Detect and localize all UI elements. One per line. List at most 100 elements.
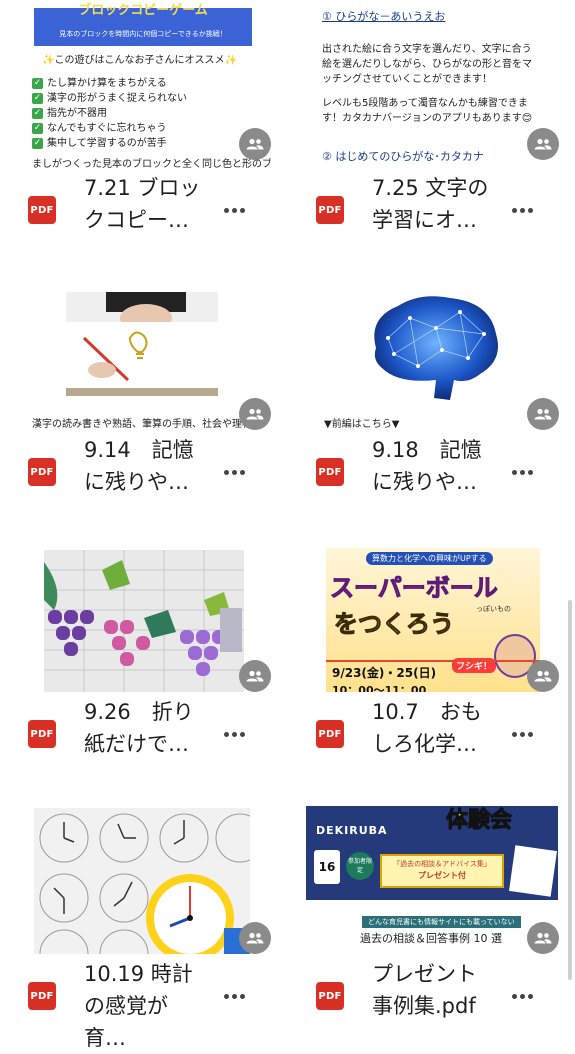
scrollbar[interactable] [568, 600, 572, 980]
pdf-icon: PDF [28, 982, 56, 1010]
file-thumbnail[interactable]: 漢字の読み書きや熟語、筆算の手順、社会や理科 [16, 270, 271, 430]
file-title[interactable]: 10.19 時計の感覚が育… [84, 958, 209, 1054]
thumb-brain-image [358, 288, 508, 406]
thumb-intro: ✨この遊びはこんなお子さんにオススメ✨ [42, 55, 237, 66]
banner-gift2: プレゼント付 [418, 871, 466, 880]
pdf-icon: PDF [316, 458, 344, 486]
file-thumbnail[interactable] [16, 794, 271, 954]
thumb-sub: 見本のブロックを時間内に何個コピーできるか挑戦！ [59, 30, 227, 38]
checklist-item: ✓ たし算かけ算をまちがえる [32, 76, 187, 91]
file-card[interactable]: PDF 9.26 折り紙だけで… [0, 524, 287, 786]
more-vert-icon[interactable] [220, 982, 248, 1010]
file-card[interactable]: 漢字の読み書きや熟語、筆算の手順、社会や理科 PDF 9.14 記憶に残りや… [0, 262, 287, 524]
shared-icon [527, 660, 559, 692]
shared-icon [527, 922, 559, 954]
shared-icon [239, 660, 271, 692]
poster-time: 10：00～11：00 [332, 684, 427, 692]
checklist-item: ✓ 漢字の形がうまく捉えられない [32, 91, 187, 106]
file-title[interactable]: 9.26 折り紙だけで… [84, 696, 209, 760]
more-vert-icon[interactable] [508, 458, 536, 486]
poster-side: っぽいもの [476, 605, 511, 613]
shared-icon [239, 922, 271, 954]
more-vert-icon[interactable] [220, 720, 248, 748]
file-card[interactable]: 算数力と化学への興味がUPする スーパーボール をつくろう っぽいもの フシギ！… [288, 524, 575, 786]
check-icon: ✓ [32, 137, 43, 149]
pdf-icon: PDF [28, 458, 56, 486]
checklist-text: なんでもすぐに忘れちゃう [47, 123, 167, 134]
file-title[interactable]: プレゼント事例集.pdf [372, 958, 497, 1022]
more-vert-icon[interactable] [220, 196, 248, 224]
banner-gift1: 「過去の相談＆アドバイス集」 [393, 860, 491, 868]
banner-title: 体験会 [445, 808, 513, 834]
file-title[interactable]: 7.21 ブロックコピー… [84, 172, 209, 236]
file-card[interactable]: ① ひらがな－あいうえお 出された絵に合う文字を選んだり、文字に合う絵を選んだり… [288, 0, 575, 262]
file-thumbnail[interactable]: ① ひらがな－あいうえお 出された絵に合う文字を選んだり、文字に合う絵を選んだり… [304, 0, 559, 168]
check-icon: ✓ [32, 92, 43, 104]
file-thumbnail[interactable]: ブロックコピーゲーム 見本のブロックを時間内に何個コピーできるか挑戦！ ✨この遊… [16, 0, 271, 168]
thumb-caption: 過去の相談＆回答事例 10 選 [360, 932, 502, 945]
file-grid: ブロックコピーゲーム 見本のブロックを時間内に何個コピーできるか挑戦！ ✨この遊… [0, 0, 575, 1050]
check-icon: ✓ [32, 77, 43, 89]
banner-gift-box: 「過去の相談＆アドバイス集」 プレゼント付 [380, 854, 504, 888]
thumb-item1: ① ひらがな－あいうえお [322, 10, 446, 23]
thumb-strip: どんな育児書にも情報サイトにも載っていない [362, 916, 521, 928]
file-title[interactable]: 9.18 記憶に残りや… [372, 434, 497, 498]
checklist-text: 漢字の形がうまく捉えられない [47, 93, 187, 104]
poster-date: 9/23(金)・25(日) [332, 666, 437, 680]
file-title[interactable]: 7.25 文字の学習にオ… [372, 172, 497, 236]
banner-brand: DEKIRUBA [316, 824, 388, 837]
pdf-icon: PDF [316, 196, 344, 224]
thumb-clock-image [34, 808, 250, 954]
banner-worksheet [509, 845, 557, 897]
thumb-footer: ましがつくった見本のブロックと全く同じ色と形のブ [32, 159, 271, 168]
banner-num-card: 16 [314, 850, 340, 884]
pdf-icon: PDF [316, 982, 344, 1010]
thumb-header-bar: ブロックコピーゲーム 見本のブロックを時間内に何個コピーできるか挑戦！ [34, 3, 252, 46]
thumb-item2: ② はじめてのひらがな･カタカナ [322, 150, 484, 163]
thumb-photo-child-drawing [66, 292, 218, 396]
checklist-text: 指先が不器用 [47, 108, 107, 119]
checklist-item: ✓ 指先が不器用 [32, 106, 187, 121]
shared-icon [527, 128, 559, 160]
file-card[interactable]: 体験会 DEKIRUBA 16 参加者限定 「過去の相談＆アドバイス集」 プレゼ… [288, 786, 575, 1048]
thumb-superball-poster: 算数力と化学への興味がUPする スーパーボール をつくろう っぽいもの フシギ！… [326, 548, 540, 692]
poster-divider [326, 660, 540, 662]
file-title[interactable]: 9.14 記憶に残りや… [84, 434, 209, 498]
file-card[interactable]: ブロックコピーゲーム 見本のブロックを時間内に何個コピーできるか挑戦！ ✨この遊… [0, 0, 287, 262]
shared-icon [527, 398, 559, 430]
file-card[interactable]: ▼前編はこちら▼ PDF 9.18 記憶に残りや… [288, 262, 575, 524]
poster-big1: スーパーボール [330, 574, 499, 603]
check-icon: ✓ [32, 107, 43, 119]
banner-num: 16 [318, 860, 336, 874]
thumb-p2: レベルも5段階あって濁音なんかも練習できます！カタカナバージョンのアプリもありま… [322, 98, 533, 124]
more-vert-icon[interactable] [220, 458, 248, 486]
pdf-icon: PDF [28, 720, 56, 748]
banner-badge: 参加者限定 [346, 852, 374, 880]
thumb-grape-craft-image [44, 550, 244, 692]
checklist-item: ✓ なんでもすぐに忘れちゃう [32, 121, 187, 136]
shared-icon [239, 128, 271, 160]
thumb-caption: 漢字の読み書きや熟語、筆算の手順、社会や理科 [32, 419, 252, 430]
more-vert-icon[interactable] [508, 720, 536, 748]
poster-big2: をつくろう [334, 610, 455, 639]
pdf-icon: PDF [28, 196, 56, 224]
shared-icon [239, 398, 271, 430]
thumb-dekiruba-banner: 体験会 DEKIRUBA 16 参加者限定 「過去の相談＆アドバイス集」 プレゼ… [306, 806, 558, 900]
file-title[interactable]: 10.7 おもしろ化学… [372, 696, 497, 760]
more-vert-icon[interactable] [508, 196, 536, 224]
poster-top: 算数力と化学への興味がUPする [366, 552, 493, 565]
checklist-text: たし算かけ算をまちがえる [47, 78, 167, 89]
thumb-p1: 出された絵に合う文字を選んだり、文字に合う絵を選んだりしながら、ひらがなの形と音… [322, 44, 532, 85]
file-thumbnail[interactable]: 算数力と化学への興味がUPする スーパーボール をつくろう っぽいもの フシギ！… [304, 532, 559, 692]
thumb-heading: ブロックコピーゲーム [78, 3, 208, 18]
file-card[interactable]: PDF 10.19 時計の感覚が育… [0, 786, 287, 1050]
file-thumbnail[interactable] [16, 532, 271, 692]
file-thumbnail[interactable]: ▼前編はこちら▼ [304, 270, 559, 430]
file-thumbnail[interactable]: 体験会 DEKIRUBA 16 参加者限定 「過去の相談＆アドバイス集」 プレゼ… [304, 794, 559, 954]
checklist-text: 集中して学習するのが苦手 [47, 138, 167, 149]
checklist-item: ✓ 集中して学習するのが苦手 [32, 136, 187, 151]
thumb-caption: ▼前編はこちら▼ [324, 419, 400, 430]
thumb-checklist: ✓ たし算かけ算をまちがえる ✓ 漢字の形がうまく捉えられない ✓ 指先が不器用 ✓ なんでも… [32, 76, 187, 151]
pdf-icon: PDF [316, 720, 344, 748]
more-vert-icon[interactable] [508, 982, 536, 1010]
